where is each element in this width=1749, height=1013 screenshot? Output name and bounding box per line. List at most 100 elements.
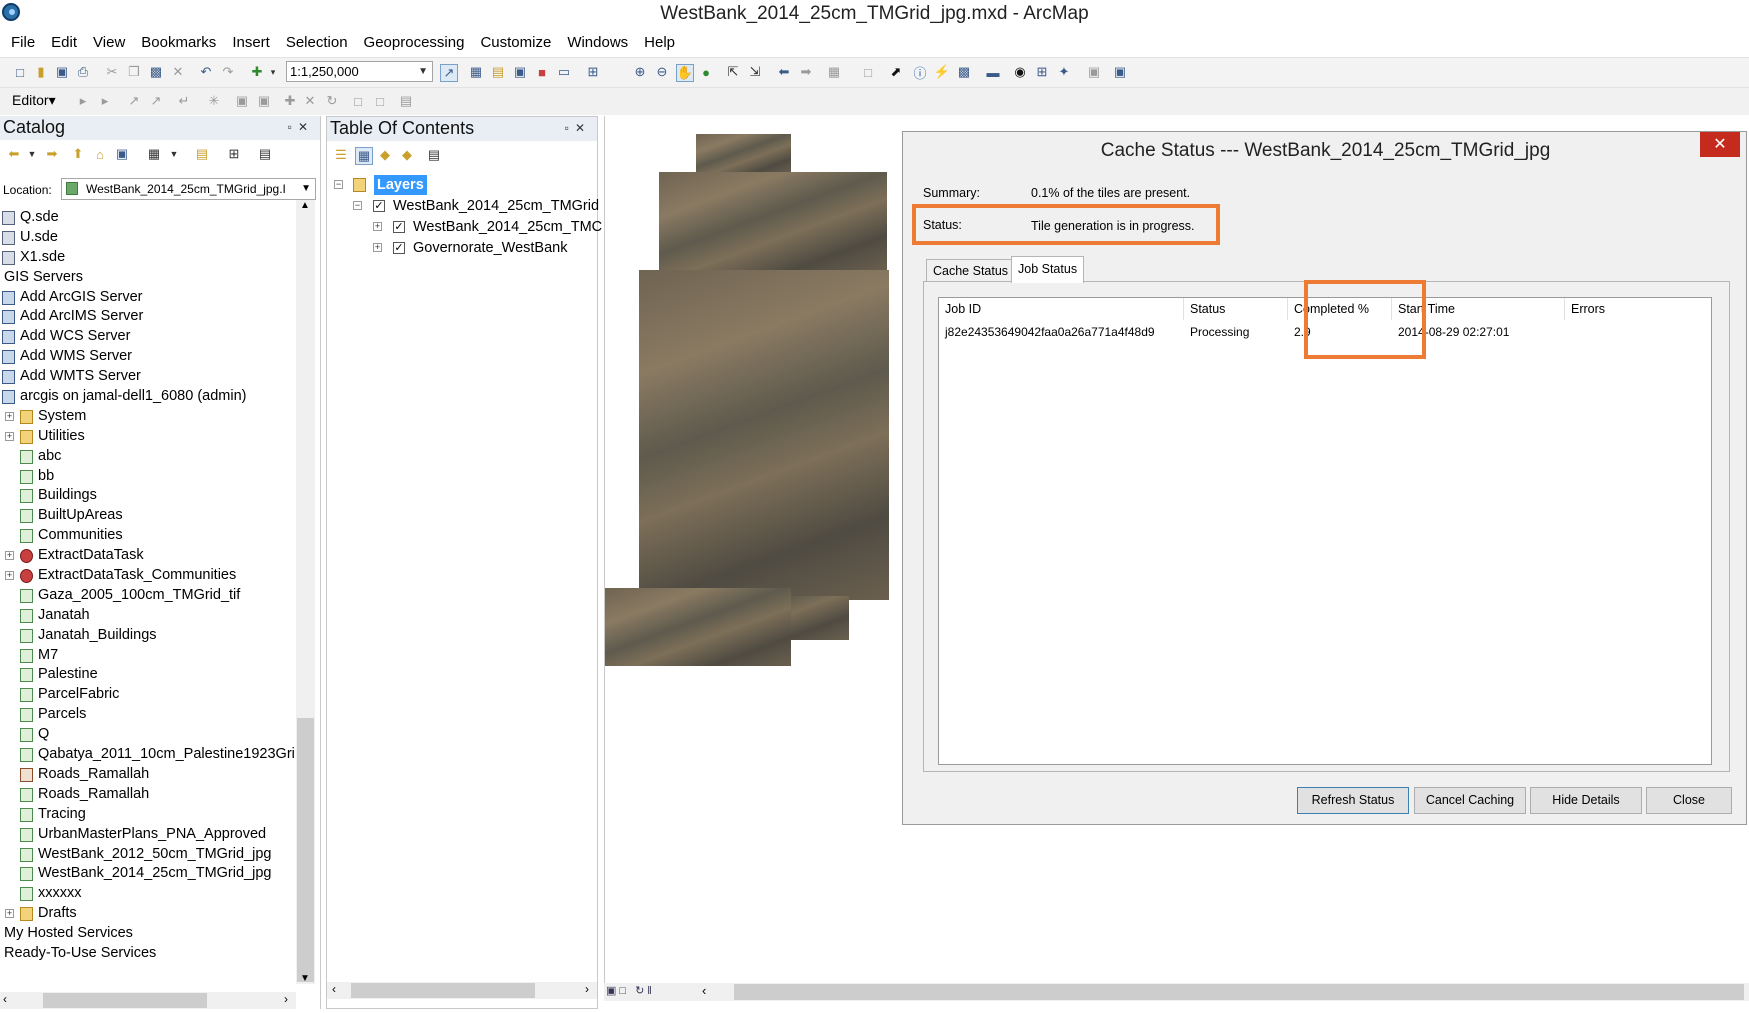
arctoolbox-icon[interactable]: ■ [534, 64, 550, 80]
catalog-tree-item[interactable]: Q [0, 725, 296, 745]
menu-file[interactable]: File [0, 32, 43, 54]
catalog-tree-item[interactable]: WestBank_2012_50cm_TMGrid_jpg [0, 845, 296, 865]
cut-icon[interactable]: ✂ [104, 64, 120, 80]
catalog-tree-item[interactable]: + ExtractDataTask [0, 546, 296, 566]
catalog-tree-item[interactable]: + System [0, 407, 296, 427]
cut-polygons-icon[interactable]: ✚ [282, 93, 298, 109]
expand-icon[interactable]: + [5, 909, 14, 919]
full-extent-icon[interactable]: ● [698, 64, 714, 80]
sublayer-label[interactable]: Governorate_WestBank [413, 238, 567, 258]
scroll-right-icon[interactable]: › [585, 982, 589, 996]
split-icon[interactable]: ✕ [302, 93, 318, 109]
catalog-tree-item[interactable]: WestBank_2014_25cm_TMGrid_jpg [0, 864, 296, 884]
layers-label[interactable]: Layers [374, 175, 427, 195]
toggle-contents-panel-icon[interactable]: ⊞ [226, 146, 242, 162]
expand-icon[interactable]: + [5, 411, 14, 421]
map-layout-view-icons[interactable]: ▣□ ↻‖ [606, 984, 655, 997]
catalog-tree-item[interactable]: Janatah [0, 606, 296, 626]
tab-cache-status[interactable]: Cache Status [926, 259, 1016, 283]
catalog-tree-item[interactable]: Add ArcGIS Server [0, 288, 296, 308]
expand-icon[interactable]: + [373, 222, 382, 231]
layer-visibility-checkbox[interactable]: ✓ [393, 242, 405, 254]
catalog-tree-item[interactable]: Qabatya_2011_10cm_Palestine1923Gri [0, 745, 296, 765]
search-window-icon[interactable]: ▣ [512, 64, 528, 80]
catalog-tree-item[interactable]: bb [0, 467, 296, 487]
trace-icon[interactable]: ↵ [176, 93, 192, 109]
print-icon[interactable]: ⎙ [75, 64, 91, 80]
attributes-icon[interactable]: □ [350, 93, 366, 109]
list-by-visibility-icon[interactable]: ◆ [377, 147, 393, 163]
back-dropdown-icon[interactable]: ▼ [24, 146, 40, 162]
pin-icon[interactable]: ▫ [565, 121, 575, 135]
catalog-window-icon[interactable]: ▤ [490, 64, 506, 80]
layer-visibility-checkbox[interactable]: ✓ [393, 221, 405, 233]
edit-tool-icon[interactable]: ▸ [75, 93, 91, 109]
options-icon[interactable]: ▤ [257, 146, 273, 162]
model-builder-icon[interactable]: ⊞ [585, 64, 601, 80]
undo-icon[interactable]: ↶ [198, 64, 214, 80]
catalog-tree-item[interactable]: Janatah_Buildings [0, 626, 296, 646]
reshape-icon[interactable]: ▣ [256, 93, 272, 109]
menu-bookmarks[interactable]: Bookmarks [133, 32, 224, 54]
list-by-selection-icon[interactable]: ◆ [399, 147, 415, 163]
editor-menu[interactable]: Editor▾ [12, 92, 56, 109]
table-of-contents-icon[interactable]: ▦ [468, 64, 484, 80]
python-window-icon[interactable]: ▭ [556, 64, 572, 80]
catalog-tree-item[interactable]: M7 [0, 646, 296, 666]
edit-vertices-icon[interactable]: ▣ [234, 93, 250, 109]
scroll-left-icon[interactable]: ‹ [332, 982, 336, 996]
forward-icon[interactable]: ➡ [44, 146, 60, 162]
zoom-in-icon[interactable]: ⊕ [632, 64, 648, 80]
paste-icon[interactable]: ▩ [148, 64, 164, 80]
menu-customize[interactable]: Customize [472, 32, 559, 54]
list-by-source-icon[interactable]: ▦ [355, 147, 373, 165]
up-one-level-icon[interactable]: ⬆ [70, 146, 86, 162]
create-features-icon[interactable]: ▤ [398, 93, 414, 109]
close-icon[interactable]: ✕ [575, 121, 591, 135]
collapse-icon[interactable]: − [353, 201, 362, 210]
find-icon[interactable]: ◉ [1012, 64, 1028, 80]
home-folder-icon[interactable]: ⌂ [92, 146, 108, 162]
map-scale-combobox[interactable]: 1:1,250,000 ▼ [286, 61, 433, 82]
catalog-tree-item[interactable]: ParcelFabric [0, 685, 296, 705]
add-data-dropdown-icon[interactable]: ▾ [265, 64, 281, 80]
create-viewer-window-icon[interactable]: ▣ [1112, 64, 1128, 80]
hyperlink-icon[interactable]: ⚡ [934, 64, 950, 80]
catalog-horizontal-scroll-thumb[interactable] [43, 993, 207, 1008]
editor-toolbar-toggle-icon[interactable]: ↗ [440, 64, 458, 82]
fixed-zoom-out-icon[interactable]: ⇲ [747, 64, 763, 80]
edit-annotation-icon[interactable]: ▸ [97, 93, 113, 109]
hide-details-button[interactable]: Hide Details [1530, 787, 1642, 814]
catalog-tree-item[interactable]: abc [0, 447, 296, 467]
catalog-tree-item[interactable]: Buildings [0, 486, 296, 506]
refresh-status-button[interactable]: Refresh Status [1297, 787, 1409, 814]
fixed-zoom-in-icon[interactable]: ⇱ [725, 64, 741, 80]
forward-extent-icon[interactable]: ➡ [798, 64, 814, 80]
scroll-right-icon[interactable]: › [284, 992, 288, 1006]
list-by-drawing-order-icon[interactable]: ☰ [333, 147, 349, 163]
catalog-tree-item[interactable]: UrbanMasterPlans_PNA_Approved [0, 825, 296, 845]
catalog-tree-item[interactable]: + Drafts [0, 904, 296, 924]
views-dropdown-icon[interactable]: ▼ [166, 146, 182, 162]
catalog-tree-item[interactable]: + ExtractDataTask_Communities [0, 566, 296, 586]
views-icon[interactable]: ▦ [146, 146, 162, 162]
catalog-tree-item[interactable]: xxxxxx [0, 884, 296, 904]
catalog-tree-item[interactable]: Gaza_2005_100cm_TMGrid_tif [0, 586, 296, 606]
straight-segment-icon[interactable]: ↗ [126, 93, 142, 109]
catalog-tree-item[interactable]: Add ArcIMS Server [0, 307, 296, 327]
map-horizontal-scrollbar[interactable]: ▣□ ↻‖ ‹ [604, 983, 1749, 1001]
catalog-tree-item[interactable]: Roads_Ramallah [0, 765, 296, 785]
layer-visibility-checkbox[interactable]: ✓ [373, 200, 385, 212]
catalog-tree-item[interactable]: BuiltUpAreas [0, 506, 296, 526]
catalog-tree-item[interactable]: GIS Servers [0, 268, 296, 288]
expand-icon[interactable]: + [5, 551, 14, 561]
menu-windows[interactable]: Windows [559, 32, 636, 54]
end-point-arc-icon[interactable]: ↗ [148, 93, 164, 109]
menu-geoprocessing[interactable]: Geoprocessing [356, 32, 473, 54]
pan-icon[interactable]: ✋ [676, 64, 694, 82]
catalog-tree-item[interactable]: + Utilities [0, 427, 296, 447]
copy-icon[interactable]: ❐ [126, 64, 142, 80]
add-data-icon[interactable]: ✚ [249, 64, 265, 80]
catalog-tree-item[interactable]: Q.sde [0, 208, 296, 228]
close-button[interactable]: Close [1646, 787, 1732, 814]
